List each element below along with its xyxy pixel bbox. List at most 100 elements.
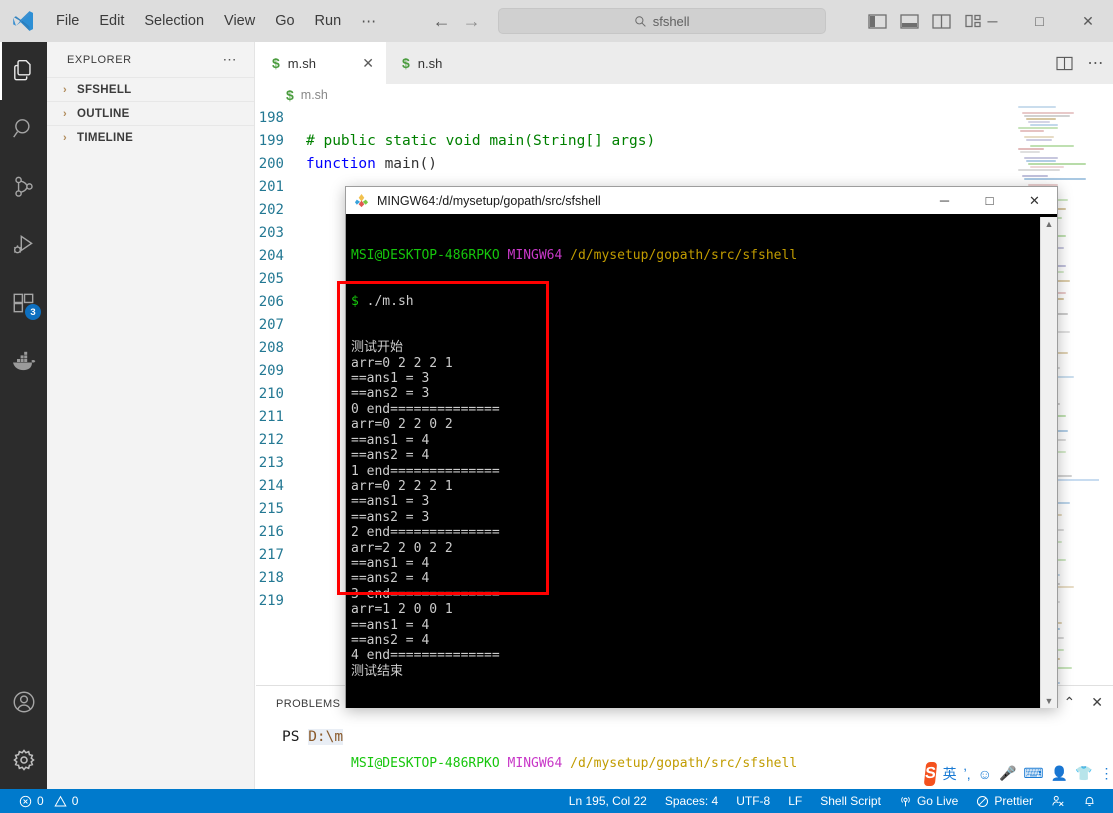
sidebar-more-actions-icon[interactable]: ⋯ — [223, 51, 239, 68]
chevron-up-icon[interactable]: ⌃ — [1064, 694, 1076, 711]
toggle-secondary-sidebar-icon[interactable] — [932, 13, 951, 29]
window-minimize-button[interactable]: ─ — [969, 0, 1016, 42]
mingw64-close-button[interactable]: ✕ — [1012, 187, 1057, 214]
mingw64-window-controls: ─ □ ✕ — [922, 187, 1057, 214]
sidebar-item-outline[interactable]: › OUTLINE — [47, 101, 254, 125]
menu-edit[interactable]: Edit — [89, 9, 134, 33]
mingw64-terminal-window[interactable]: MINGW64:/d/mysetup/gopath/src/sfshell ─ … — [337, 186, 1058, 813]
menu-file[interactable]: File — [46, 9, 89, 33]
mingw64-minimize-button[interactable]: ─ — [922, 187, 967, 214]
status-notifications[interactable] — [1074, 789, 1105, 813]
soft-keyboard-icon[interactable]: ⌨ — [1023, 765, 1043, 782]
terminal-scrollbar[interactable]: ▲ ▼ — [1040, 217, 1057, 708]
status-go-live[interactable]: Go Live — [890, 789, 967, 813]
line-number: 211 — [258, 408, 284, 425]
comma-icon[interactable]: ʼ, — [964, 766, 971, 782]
status-remote-window[interactable] — [1042, 789, 1074, 813]
explorer-sidebar: EXPLORER ⋯ › SFSHELL › OUTLINE › TIMELIN… — [47, 42, 255, 789]
user-icon[interactable]: 👤 — [1051, 765, 1068, 782]
editor-tab-actions: ⋯ — [1056, 42, 1105, 84]
terminal-output-line: ==ans2 = 4 — [351, 448, 430, 464]
emoji-icon[interactable]: ☺ — [978, 766, 992, 782]
window-maximize-button[interactable]: □ — [1016, 0, 1063, 42]
status-bar: 0 0 Ln 195, Col 22 Spaces: 4 UTF-8 LF Sh… — [0, 789, 1113, 813]
activity-docker[interactable] — [0, 332, 47, 390]
sogou-logo-icon[interactable]: S — [923, 761, 937, 786]
sidebar-item-sfshell[interactable]: › SFSHELL — [47, 77, 254, 101]
status-language-mode[interactable]: Shell Script — [811, 789, 890, 813]
menu-view[interactable]: View — [214, 9, 265, 33]
menu-more[interactable]: ⋯ — [351, 8, 388, 34]
prompt-shell: MINGW64 — [507, 247, 563, 263]
command-center-search[interactable]: sfshell — [497, 8, 826, 34]
activity-accounts[interactable] — [0, 673, 47, 731]
tab-label: m.sh — [287, 55, 316, 71]
window-close-button[interactable]: ✕ — [1063, 0, 1113, 42]
mingw64-body[interactable]: MSI@DESKTOP-486RPKO MINGW64 /d/mysetup/g… — [337, 214, 1057, 813]
toggle-panel-icon[interactable] — [900, 13, 919, 29]
status-encoding[interactable]: UTF-8 — [727, 789, 779, 813]
mingw64-title-bar[interactable]: MINGW64:/d/mysetup/gopath/src/sfshell ─ … — [346, 187, 1057, 214]
status-bar-left: 0 0 — [0, 789, 87, 813]
activity-explorer[interactable] — [0, 42, 47, 100]
menu-go[interactable]: Go — [265, 9, 304, 33]
prompt-user: MSI@DESKTOP-486RPKO — [351, 756, 500, 772]
problems-status[interactable]: 0 0 — [10, 789, 87, 813]
sogou-ime-bar[interactable]: S 英 ʼ, ☺ 🎤 ⌨ 👤 👕 ⋮ — [917, 758, 1113, 789]
skin-icon[interactable]: 👕 — [1075, 765, 1092, 782]
warning-count: 0 — [71, 794, 79, 808]
line-number: 200 — [258, 155, 284, 172]
scroll-down-icon[interactable]: ▼ — [1045, 696, 1054, 706]
line-number: 212 — [258, 431, 284, 448]
split-editor-icon[interactable] — [1056, 56, 1073, 71]
terminal-output-line: ==ans1 = 4 — [351, 555, 430, 571]
status-indentation[interactable]: Spaces: 4 — [656, 789, 727, 813]
minimap-line — [1016, 181, 1099, 183]
menu-bar[interactable]: File Edit Selection View Go Run ⋯ — [46, 8, 388, 34]
breadcrumb[interactable]: $ m.sh — [256, 84, 1113, 106]
prompt-shell: MINGW64 — [507, 756, 563, 772]
activity-source-control[interactable] — [0, 158, 47, 216]
activity-search[interactable] — [0, 100, 47, 158]
panel-tab-problems[interactable]: PROBLEMS — [276, 698, 340, 710]
status-editor-position[interactable]: Ln 195, Col 22 — [560, 789, 656, 813]
go-forward-icon[interactable]: → — [460, 11, 484, 32]
menu-run[interactable]: Run — [305, 9, 352, 33]
chevron-right-icon: › — [63, 131, 67, 144]
microphone-icon[interactable]: 🎤 — [999, 765, 1016, 782]
minimap-line — [1030, 145, 1074, 147]
go-back-icon[interactable]: ← — [430, 11, 454, 32]
prompt-user: MSI@DESKTOP-486RPKO — [351, 247, 500, 263]
more-actions-icon[interactable]: ⋯ — [1087, 53, 1105, 73]
prompt-path: /d/mysetup/gopath/src/sfshell — [570, 247, 798, 263]
scroll-up-icon[interactable]: ▲ — [1045, 219, 1054, 229]
terminal-output-line: arr=0 2 2 2 1 — [351, 478, 453, 494]
sidebar-title: EXPLORER — [67, 53, 132, 66]
line-number: 202 — [258, 201, 284, 218]
sidebar-item-timeline[interactable]: › TIMELINE — [47, 125, 254, 149]
mingw64-maximize-button[interactable]: □ — [967, 187, 1012, 214]
terminal-output-line: 1 end============== — [351, 463, 500, 479]
tab-n-sh[interactable]: $ n.sh — [386, 42, 516, 84]
close-icon[interactable]: ✕ — [1091, 694, 1103, 711]
activity-run-and-debug[interactable] — [0, 216, 47, 274]
tab-m-sh[interactable]: $ m.sh ✕ — [256, 42, 386, 84]
activity-extensions[interactable]: 3 — [0, 274, 47, 332]
menu-selection[interactable]: Selection — [134, 9, 214, 33]
toggle-primary-sidebar-icon[interactable] — [868, 13, 887, 29]
line-number: 210 — [258, 385, 284, 402]
activity-settings[interactable] — [0, 731, 47, 789]
terminal-output-line: ==ans1 = 3 — [351, 371, 430, 387]
status-prettier-label: Prettier — [994, 794, 1033, 808]
close-icon[interactable]: ✕ — [340, 55, 374, 72]
terminal-output-line: 测试开始 — [351, 340, 404, 356]
chevron-right-icon: › — [63, 107, 67, 120]
minimap-line — [1018, 169, 1060, 171]
status-eol[interactable]: LF — [779, 789, 811, 813]
ime-mode-label[interactable]: 英 — [943, 764, 957, 784]
menu-icon[interactable]: ⋮ — [1100, 765, 1113, 782]
terminal-output[interactable]: MSI@DESKTOP-486RPKO MINGW64 /d/mysetup/g… — [337, 217, 1040, 813]
terminal-output-line: 4 end============== — [351, 648, 500, 664]
status-prettier[interactable]: Prettier — [967, 789, 1042, 813]
prompt-dollar: $ — [351, 294, 359, 310]
